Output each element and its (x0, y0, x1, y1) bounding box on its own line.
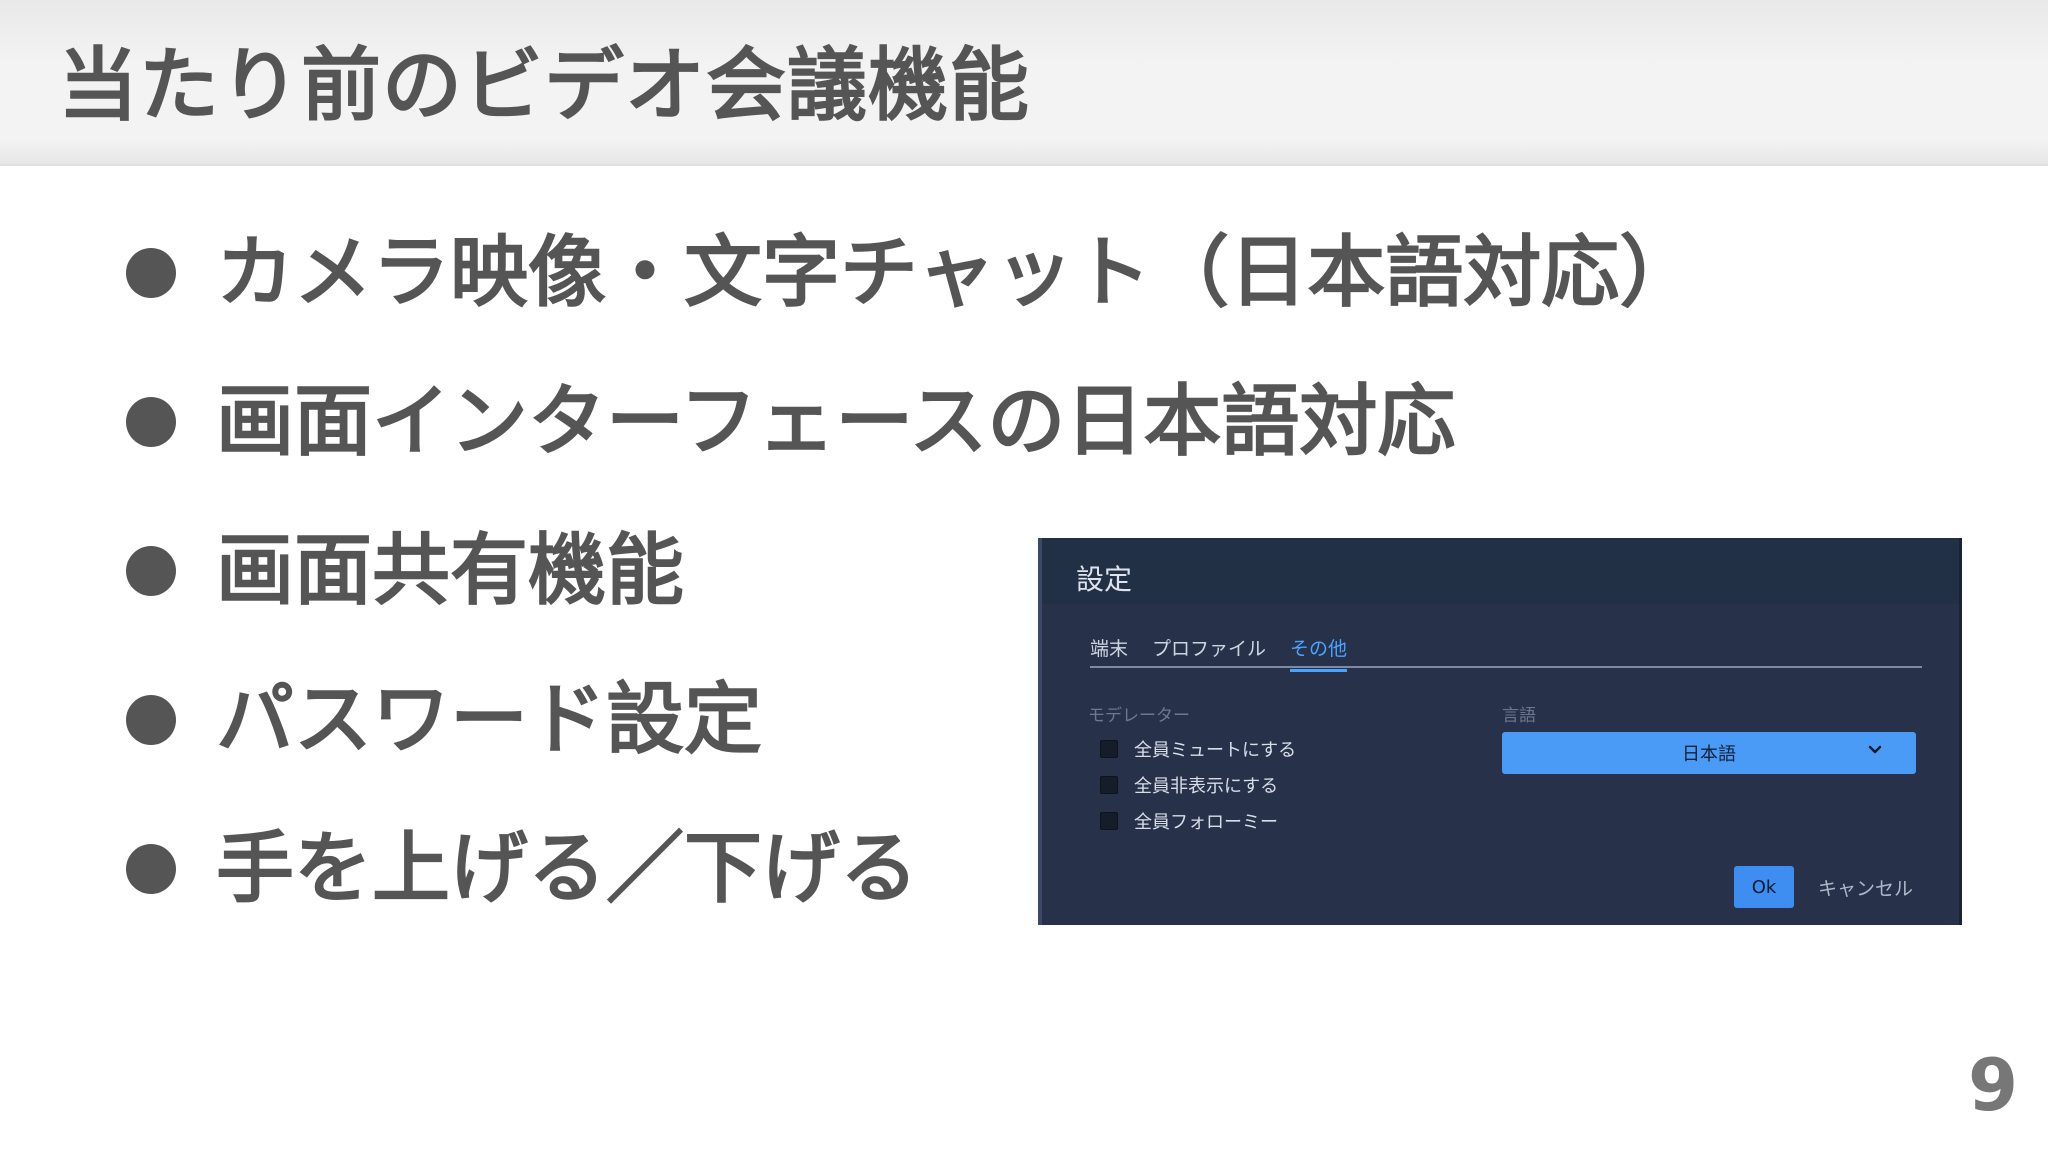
mute-all-label: 全員ミュートにする (1134, 740, 1297, 761)
tab-device[interactable]: 端末 (1090, 634, 1128, 669)
slide-title: 当たり前のビデオ会議機能 (58, 39, 1030, 132)
tab-profile[interactable]: プロファイル (1152, 634, 1266, 669)
bullet-dot-icon (126, 546, 176, 596)
language-select[interactable]: 日本語 (1502, 732, 1916, 774)
tab-more[interactable]: その他 (1290, 634, 1348, 672)
bullet-dot-icon (126, 397, 176, 447)
follow-me-checkbox[interactable] (1100, 812, 1118, 830)
language-select-value: 日本語 (1682, 744, 1736, 765)
bullet-text: 手を上げる／下げる (216, 824, 919, 914)
bullet-item: 画面インターフェースの日本語対応 (126, 372, 1455, 472)
dialog-title: 設定 (1076, 563, 1133, 596)
checkbox-row-follow-me[interactable]: 全員フォローミー (1100, 808, 1278, 834)
bullet-item: カメラ映像・文字チャット（日本語対応） (126, 223, 1697, 323)
bullet-dot-icon (126, 695, 176, 745)
bullet-dot-icon (126, 248, 176, 298)
mute-all-checkbox[interactable] (1100, 740, 1118, 758)
follow-me-label: 全員フォローミー (1134, 812, 1278, 833)
hide-all-label: 全員非表示にする (1134, 776, 1279, 797)
cancel-button[interactable]: キャンセル (1818, 866, 1913, 908)
dialog-header (1042, 538, 1959, 604)
language-section-label: 言語 (1502, 706, 1536, 726)
bullet-dot-icon (126, 844, 176, 894)
bullet-item: 画面共有機能 (126, 521, 684, 621)
checkbox-row-mute-all[interactable]: 全員ミュートにする (1100, 736, 1296, 762)
bullet-item: 手を上げる／下げる (126, 819, 918, 919)
ok-button[interactable]: Ok (1734, 866, 1794, 908)
bullet-item: パスワード設定 (126, 670, 762, 770)
header-band: 当たり前のビデオ会議機能 (0, 0, 2048, 166)
checkbox-row-hide-all[interactable]: 全員非表示にする (1100, 772, 1278, 798)
chevron-down-icon (1868, 745, 1882, 754)
bullet-text: カメラ映像・文字チャット（日本語対応） (216, 228, 1698, 318)
bullet-text: 画面共有機能 (216, 526, 685, 616)
slide: 当たり前のビデオ会議機能 カメラ映像・文字チャット（日本語対応） 画面インターフ… (0, 0, 2048, 1152)
settings-dialog: 設定 端末 プロファイル その他 モデレーター 全員ミュートにする 全員非表示に… (1038, 538, 1962, 925)
hide-all-checkbox[interactable] (1100, 776, 1118, 794)
moderator-section-label: モデレーター (1088, 706, 1190, 726)
dialog-tab-bar: 端末 プロファイル その他 (1090, 634, 1922, 672)
bullet-text: パスワード設定 (216, 675, 763, 765)
page-number: 9 (1968, 1043, 2019, 1127)
bullet-text: 画面インターフェースの日本語対応 (216, 377, 1456, 467)
